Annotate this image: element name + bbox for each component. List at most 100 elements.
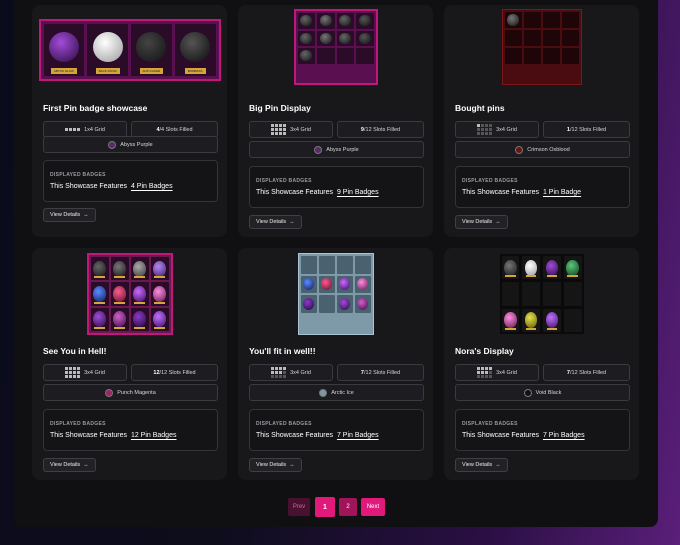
page-2-button[interactable]: 2 — [339, 498, 357, 516]
grid-size-label: 3x4 Grid — [496, 126, 517, 133]
pin-slot — [561, 48, 579, 64]
slots-filled-chip: 1 /12 Slots Filled — [543, 121, 630, 138]
pin-slot — [150, 282, 169, 306]
showcase-preview — [238, 5, 433, 89]
pin-slot — [523, 12, 541, 28]
pin-slot — [90, 282, 109, 306]
pin-slot — [90, 257, 109, 281]
features-prefix: This Showcase Features — [462, 432, 540, 439]
showcase-card: You'll fit in well!! 3x4 Grid 7 /12 Slot… — [238, 248, 433, 480]
pin-slot: BOMBASS — [174, 24, 216, 76]
arrow-right-icon: → — [289, 462, 295, 468]
pin-slot: ANTI-FAKER — [131, 24, 172, 76]
pin-slot — [297, 30, 315, 46]
showcase-preview — [444, 5, 639, 89]
pin-slot — [522, 282, 540, 306]
view-details-label: View Details — [256, 462, 287, 468]
features-text: This Showcase Features 7 Pin Badges — [462, 432, 585, 439]
view-details-label: View Details — [462, 219, 493, 225]
pin-slot — [110, 307, 129, 331]
grid-size-chip: 3x4 Grid — [249, 121, 333, 138]
showcase-card: ABYSS GLOW BACK DOOR ANTI-FAKER BOMBASS … — [32, 5, 227, 237]
pin-slot — [501, 308, 520, 332]
pin-slot — [504, 12, 522, 28]
pin-slot — [150, 307, 169, 331]
pin-slot — [297, 13, 315, 29]
grid-size-label: 3x4 Grid — [290, 369, 311, 376]
theme-name: Abyss Purple — [120, 141, 153, 148]
pin-slot — [356, 30, 374, 46]
displayed-badges-label: DISPLAYED BADGES — [256, 178, 312, 184]
pin-badge — [358, 15, 371, 27]
pin-slot — [523, 30, 541, 46]
pin-slot — [542, 48, 560, 64]
pin-label: BACK DOOR — [95, 68, 120, 74]
pin-badge — [93, 311, 106, 328]
pin-label: ABYSS GLOW — [50, 68, 77, 74]
pin-slot — [317, 13, 335, 29]
displayed-badges-label: DISPLAYED BADGES — [50, 421, 106, 427]
page-1-button[interactable]: 1 — [315, 497, 335, 517]
pin-badge — [545, 312, 559, 329]
arrow-right-icon: → — [83, 212, 89, 218]
grid-icon — [477, 124, 493, 135]
pin-slot — [336, 295, 353, 313]
pin-slot — [150, 257, 169, 281]
badge-count: 4 Pin Badges — [130, 183, 173, 190]
pin-slot — [110, 257, 129, 281]
view-details-button[interactable]: View Details → — [455, 215, 508, 229]
grid-icon — [271, 367, 287, 378]
theme-chip: Arctic Ice — [249, 384, 424, 401]
theme-name: Abyss Purple — [326, 146, 359, 153]
showcase-preview — [32, 250, 227, 338]
pin-board: ABYSS GLOW BACK DOOR ANTI-FAKER BOMBASS — [38, 19, 221, 81]
view-details-button[interactable]: View Details → — [43, 208, 96, 222]
grid-size-label: 3x4 Grid — [84, 369, 105, 376]
prev-page-button[interactable]: Prev — [288, 498, 310, 516]
pin-badge — [507, 14, 519, 26]
pin-slot — [318, 275, 335, 293]
next-page-button[interactable]: Next — [361, 498, 385, 516]
pin-slot — [522, 256, 540, 280]
arrow-right-icon: → — [495, 462, 501, 468]
pin-badge — [545, 259, 559, 276]
card-title: See You in Hell! — [43, 346, 107, 356]
theme-chip: Crimson Oxblood — [455, 141, 630, 158]
pin-badge — [113, 285, 126, 303]
pin-slot — [356, 48, 374, 64]
view-details-button[interactable]: View Details → — [455, 458, 508, 472]
pin-badge — [566, 259, 579, 276]
pin-slot — [542, 30, 560, 46]
grid-icon — [477, 367, 493, 378]
theme-color-dot — [319, 388, 328, 397]
grid-icon — [271, 124, 287, 135]
pin-badge — [93, 260, 106, 277]
slots-filled-total: /12 Slots Filled — [569, 369, 607, 376]
pin-badge — [93, 285, 106, 303]
grid-size-chip: 3x4 Grid — [43, 364, 127, 381]
features-prefix: This Showcase Features — [256, 432, 334, 439]
arrow-right-icon: → — [495, 219, 501, 225]
view-details-button[interactable]: View Details → — [249, 215, 302, 229]
arrow-right-icon: → — [289, 219, 295, 225]
showcase-card: Nora's Display 3x4 Grid 7 /12 Slots Fill… — [444, 248, 639, 480]
grid-size-label: 3x4 Grid — [290, 126, 311, 133]
badge-count: 7 Pin Badges — [336, 432, 379, 439]
pin-slot — [523, 48, 541, 64]
grid-size-chip: 3x4 Grid — [249, 364, 333, 381]
pin-slot — [318, 256, 335, 274]
pin-slot — [336, 48, 354, 64]
showcase-card: Bought pins 3x4 Grid 1 /12 Slots Filled … — [444, 5, 639, 237]
pin-badge — [524, 259, 538, 276]
theme-chip: Punch Magenta — [43, 384, 218, 401]
badge-count: 12 Pin Badges — [130, 432, 177, 439]
pin-slot — [90, 307, 109, 331]
view-details-button[interactable]: View Details → — [249, 458, 302, 472]
theme-color-dot — [523, 388, 532, 397]
displayed-badges-label: DISPLAYED BADGES — [462, 421, 518, 427]
pin-slot — [354, 295, 371, 313]
slots-filled-chip: 12 /12 Slots Filled — [131, 364, 218, 381]
pin-slot — [522, 308, 540, 332]
badge-count: 7 Pin Badges — [542, 432, 585, 439]
view-details-button[interactable]: View Details → — [43, 458, 96, 472]
